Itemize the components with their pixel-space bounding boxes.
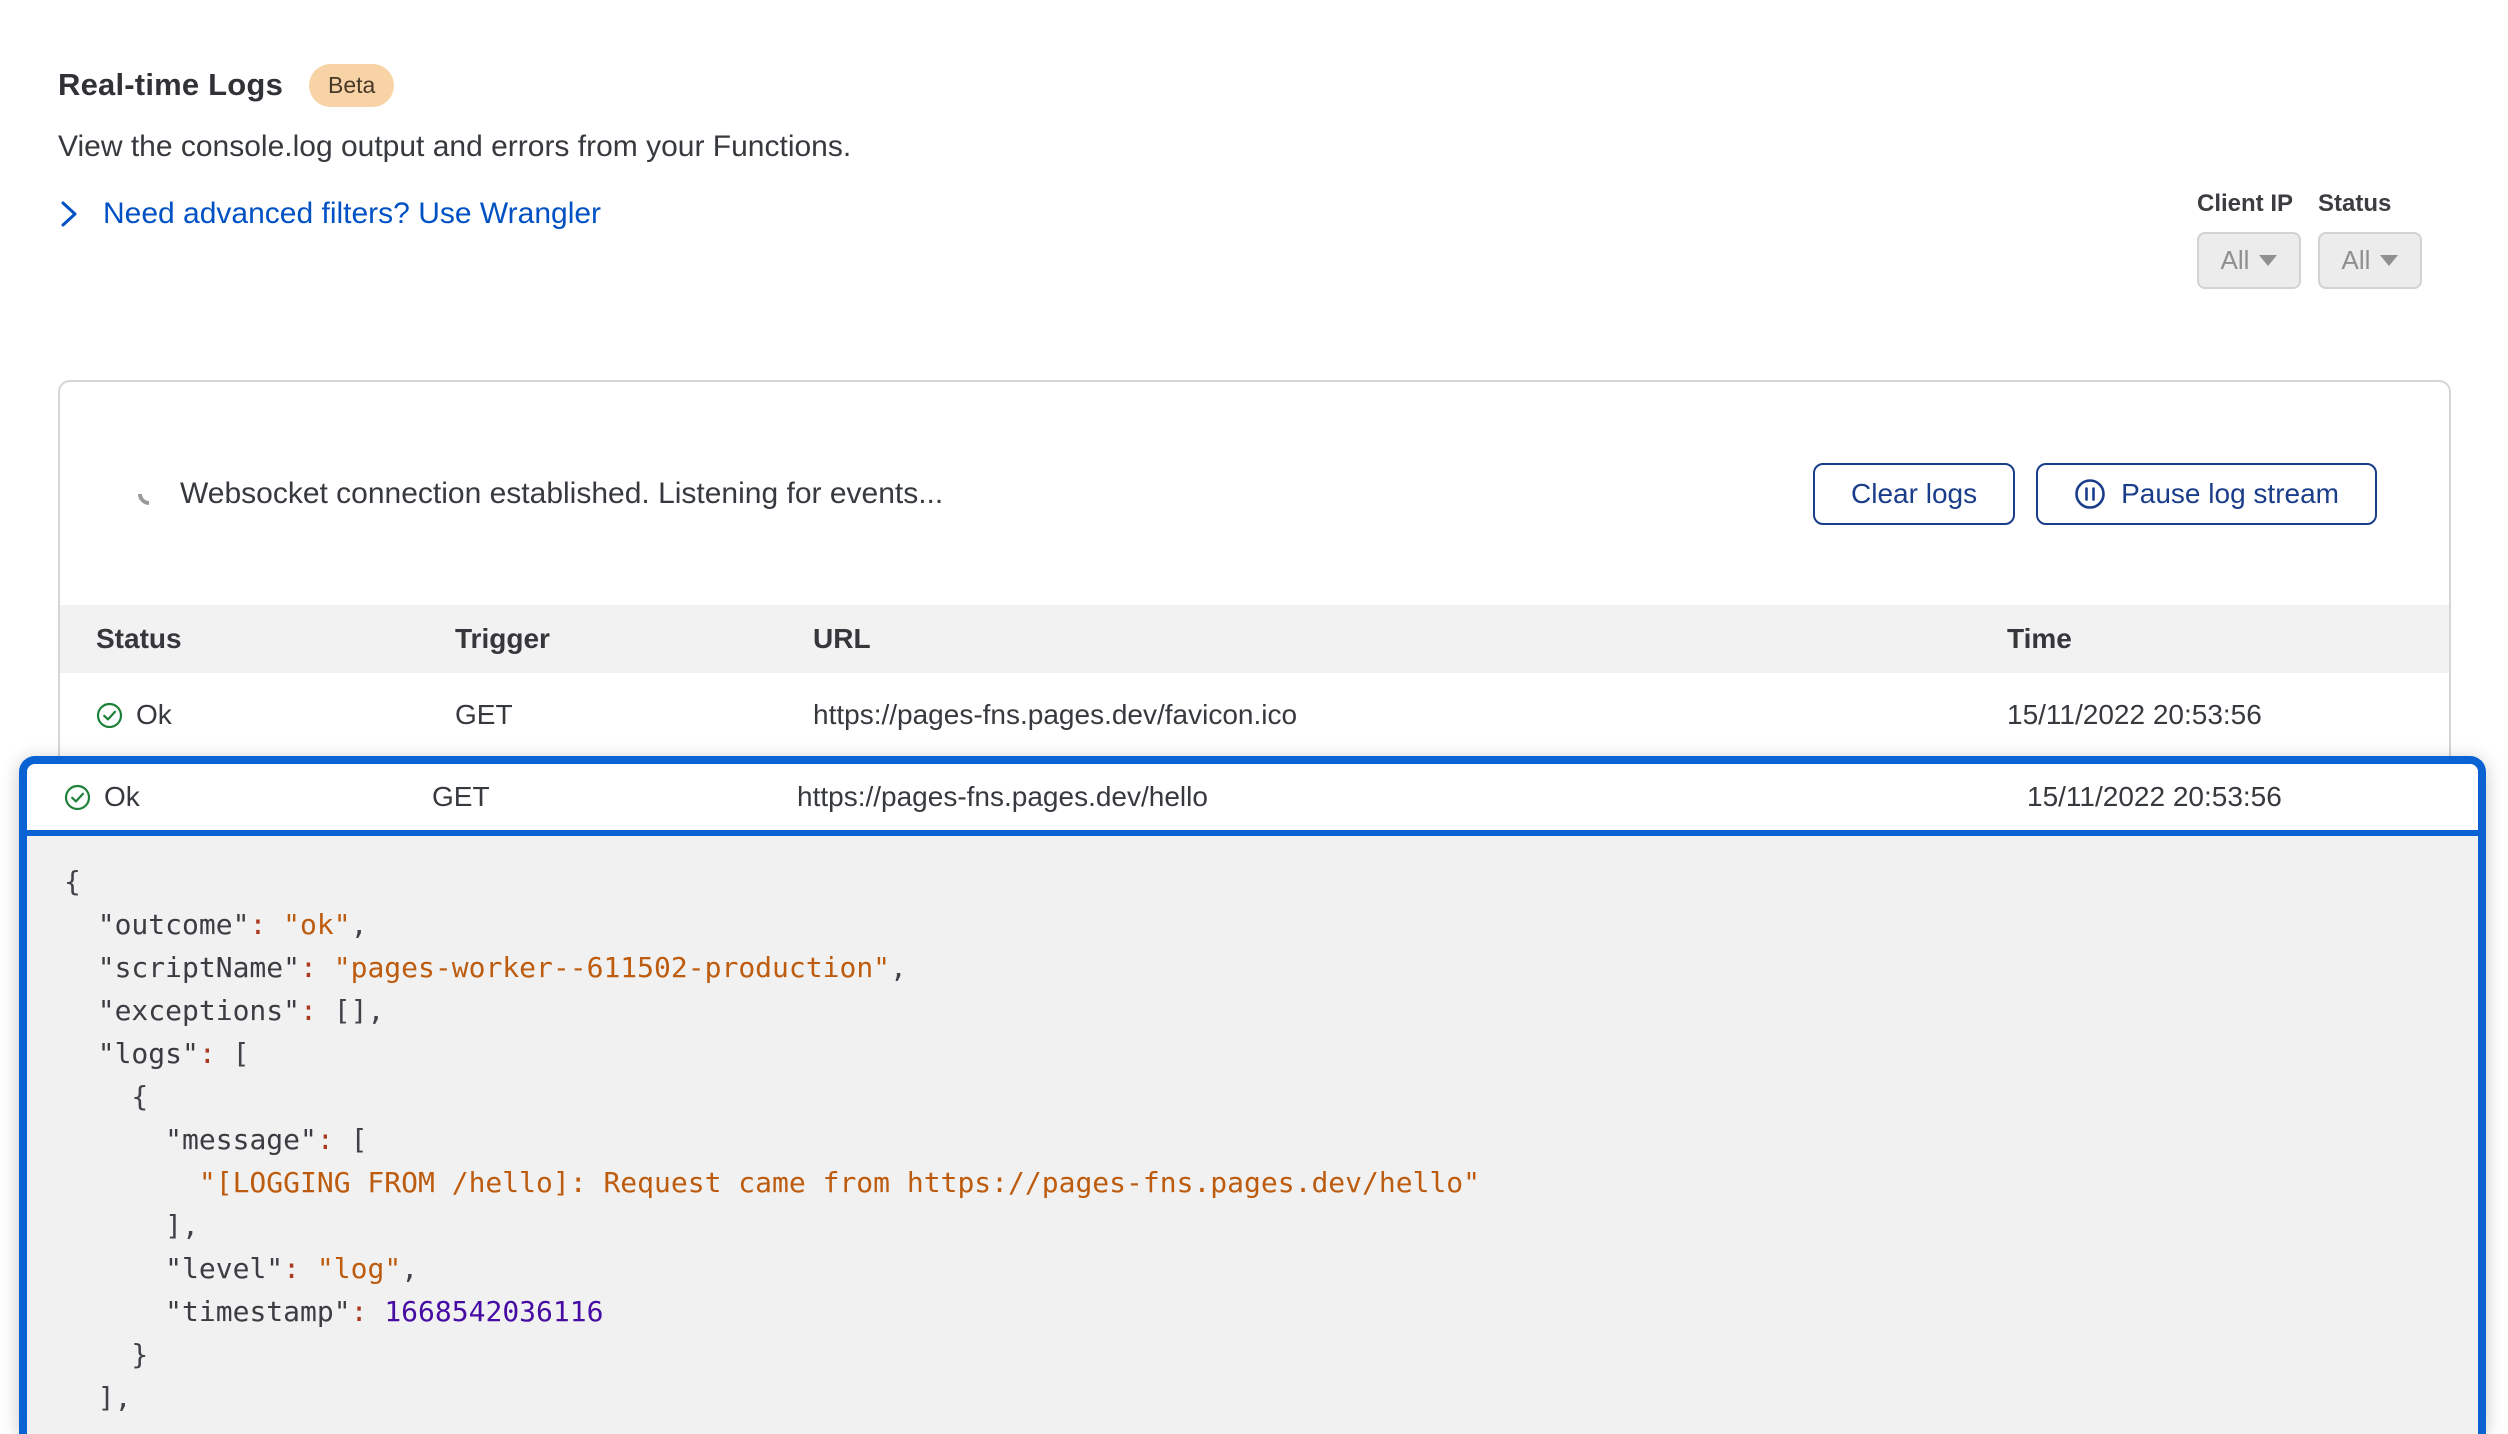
column-header-trigger: Trigger [455,623,813,655]
log-row-status: Ok [104,781,140,813]
logs-toolbar: Websocket connection established. Listen… [60,382,2449,605]
pause-log-stream-button[interactable]: Pause log stream [2036,463,2377,525]
log-filters: Client IP All Status All [2197,190,2422,289]
pause-log-stream-label: Pause log stream [2121,478,2339,510]
log-row-trigger: GET [455,699,813,731]
log-row-selected[interactable]: Ok GET https://pages-fns.pages.dev/hello… [27,764,2478,836]
page-title: Real-time Logs [58,67,283,103]
caret-down-icon [2259,255,2277,266]
log-table-header: Status Trigger URL Time [60,605,2449,673]
log-row-url: https://pages-fns.pages.dev/favicon.ico [813,699,2007,731]
clear-logs-label: Clear logs [1851,478,1977,510]
realtime-logs-page: Real-time Logs Beta View the console.log… [0,0,2508,1434]
log-row-trigger: GET [432,781,797,813]
caret-down-icon [2380,255,2398,266]
log-row-status: Ok [136,699,172,731]
log-row-time: 15/11/2022 20:53:56 [2027,781,2478,813]
status-ok-icon [64,784,91,811]
log-row-url: https://pages-fns.pages.dev/hello [797,781,2027,813]
pause-icon [2074,478,2106,510]
client-ip-filter-value: All [2221,245,2250,276]
status-filter-label: Status [2318,190,2422,218]
wrangler-link[interactable]: Need advanced filters? Use Wrangler [58,197,601,231]
client-ip-filter-dropdown[interactable]: All [2197,232,2301,289]
column-header-url: URL [813,623,2007,655]
clear-logs-button[interactable]: Clear logs [1813,463,2015,525]
expanded-log-entry: Ok GET https://pages-fns.pages.dev/hello… [19,756,2486,1434]
beta-badge: Beta [309,64,394,107]
log-row-time: 15/11/2022 20:53:56 [2007,699,2449,731]
page-description: View the console.log output and errors f… [58,130,851,164]
status-filter-dropdown[interactable]: All [2318,232,2422,289]
column-header-time: Time [2007,623,2449,655]
log-detail-json: { "outcome": "ok", "scriptName": "pages-… [27,836,2478,1434]
chevron-right-icon [58,199,80,229]
page-header: Real-time Logs Beta View the console.log… [58,62,851,231]
websocket-status-message: Websocket connection established. Listen… [180,477,943,511]
status-ok-icon [96,702,123,729]
client-ip-label: Client IP [2197,190,2301,218]
log-row[interactable]: Ok GET https://pages-fns.pages.dev/favic… [60,673,2449,757]
column-header-status: Status [96,623,455,655]
status-filter-value: All [2342,245,2371,276]
spinner-icon [133,478,164,509]
wrangler-link-label: Need advanced filters? Use Wrangler [103,197,601,231]
